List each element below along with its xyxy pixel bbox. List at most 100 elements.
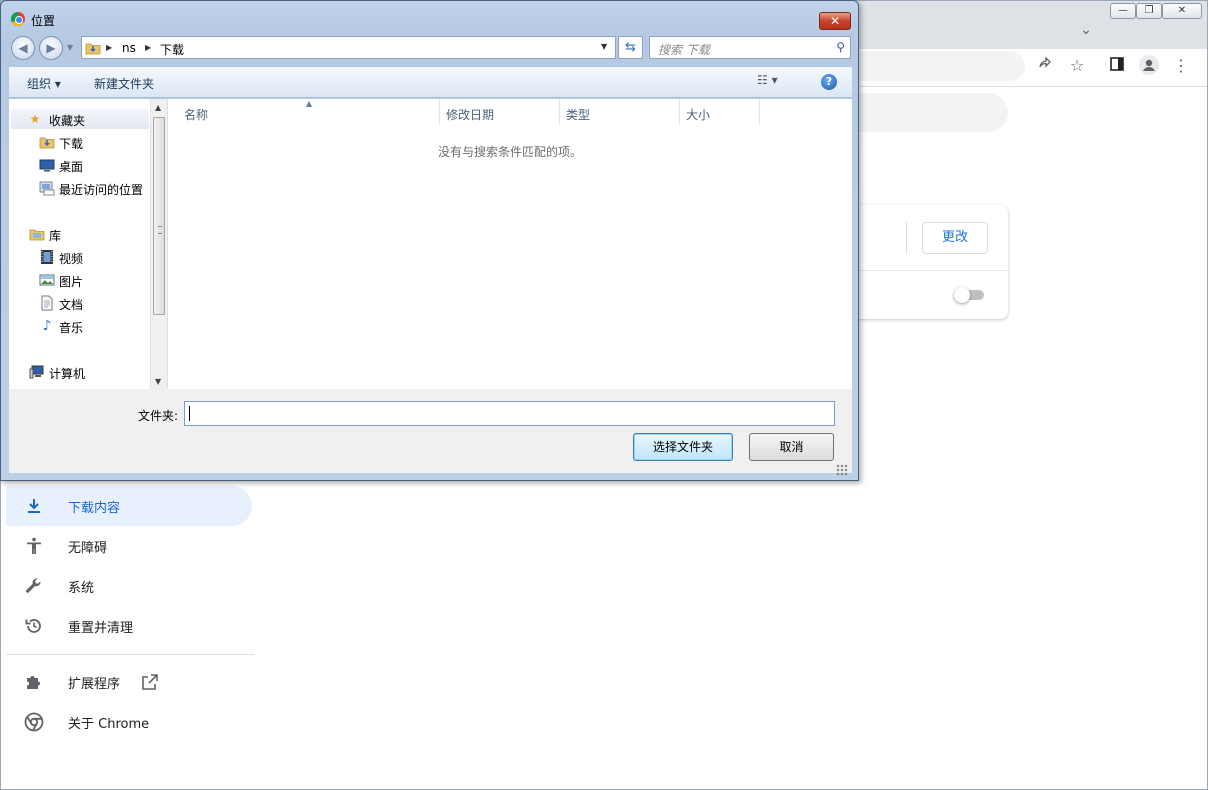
nav-item-label: 最近访问的位置: [59, 183, 144, 197]
nav-item-label: 库: [49, 229, 62, 243]
nav-item-label: 下载: [59, 137, 84, 151]
cancel-button[interactable]: 取消: [749, 433, 834, 461]
sidebar-item-accessibility[interactable]: 无障碍: [6, 526, 252, 566]
nav-pane-scrollbar[interactable]: ▲ ▼: [150, 99, 167, 389]
column-header-date-modified[interactable]: 修改日期: [440, 99, 560, 125]
scroll-down-arrow-icon[interactable]: ▼: [155, 377, 161, 386]
share-icon-svg: [1039, 56, 1051, 68]
sidebar-item-label: 系统: [68, 581, 95, 596]
breadcrumb-downloads[interactable]: 下载: [160, 41, 184, 58]
star-icon: ★: [29, 112, 41, 126]
picture-icon: [39, 274, 55, 286]
folder-field-label: 文件夹:: [138, 409, 179, 423]
ask-where-to-save-toggle[interactable]: [954, 287, 986, 303]
sidebar-divider: [6, 654, 254, 655]
chrome-icon: [24, 712, 44, 732]
side-panel-icon[interactable]: [1106, 55, 1128, 77]
sidebar-item-label: 重置并清理: [68, 621, 134, 636]
computer-icon: [29, 365, 44, 379]
chrome-logo-icon: [11, 12, 25, 26]
command-bar: 组织 ▾ 新建文件夹 ☷ ▾ ?: [9, 67, 852, 98]
breadcrumb-separator-icon: ▶: [106, 43, 113, 52]
folder-picker-dialog: 位置 ✕ ◀ ▶ ▼ ▶ ns ▶ 下载 ▼ ⇆ 搜索 下载 ⚲ 组织 ▾ 新建…: [0, 0, 859, 481]
avatar-svg: [1139, 55, 1159, 75]
history-chevron-down-icon[interactable]: ▼: [67, 43, 73, 52]
sidebar-item-downloads[interactable]: 下载内容: [6, 486, 252, 526]
tab-search-chevron-icon[interactable]: ⌄: [1076, 20, 1096, 40]
column-header-type[interactable]: 类型: [560, 99, 680, 125]
minimize-button[interactable]: —: [1110, 3, 1136, 19]
profile-avatar-icon[interactable]: [1138, 55, 1160, 77]
sidebar-item-reset[interactable]: 重置并清理: [6, 606, 252, 646]
scrollbar-thumb[interactable]: [153, 117, 165, 315]
search-input[interactable]: 搜索 下载 ⚲: [649, 36, 851, 59]
sidebar-item-label: 关于 Chrome: [68, 717, 150, 732]
downloads-folder-icon: [39, 137, 55, 149]
help-icon[interactable]: ?: [821, 74, 837, 90]
search-icon: ⚲: [836, 40, 845, 54]
dialog-footer: 文件夹: 选择文件夹 取消: [9, 389, 852, 473]
file-list-pane: 名称 ▲ 修改日期 类型 大小 没有与搜索条件匹配的项。: [168, 99, 852, 389]
document-icon: [41, 295, 53, 311]
select-folder-button[interactable]: 选择文件夹: [633, 433, 733, 461]
dialog-close-button[interactable]: ✕: [819, 12, 851, 30]
search-placeholder: 搜索 下载: [658, 43, 710, 57]
change-location-button[interactable]: 更改: [922, 222, 988, 254]
nav-item-label: 视频: [59, 252, 84, 266]
music-note-icon: ♪: [42, 318, 52, 334]
window-close-button[interactable]: ✕: [1162, 3, 1202, 19]
nav-item-label: 计算机: [49, 367, 86, 381]
scroll-up-arrow-icon[interactable]: ▲: [155, 103, 161, 112]
scroll-grip: [158, 226, 162, 234]
extension-icon: [27, 676, 40, 689]
sidebar-item-about-chrome[interactable]: 关于 Chrome: [6, 702, 252, 742]
sidebar-item-extensions[interactable]: 扩展程序: [6, 662, 252, 702]
sidebar-item-label: 无障碍: [68, 541, 108, 556]
download-icon: [28, 499, 40, 513]
settings-search-field[interactable]: [855, 93, 1008, 132]
libraries-folder-icon: [29, 229, 45, 241]
sidebar-item-system[interactable]: 系统: [6, 566, 252, 606]
restore-button[interactable]: ❐: [1136, 3, 1162, 19]
nav-item-favorites[interactable]: ★ 收藏夹: [11, 109, 149, 129]
resize-grip-icon[interactable]: [836, 464, 848, 476]
forward-arrow-icon[interactable]: ▶: [39, 36, 63, 60]
bookmark-star-icon[interactable]: ☆: [1066, 55, 1088, 77]
nav-item-label: 桌面: [59, 160, 84, 174]
folder-name-input[interactable]: [184, 401, 835, 426]
nav-item-libraries[interactable]: 库: [29, 224, 169, 244]
sort-ascending-icon: ▲: [306, 99, 313, 108]
breadcrumb-separator-icon: ▶: [145, 43, 152, 52]
card-divider: [855, 270, 1008, 271]
address-bar[interactable]: [855, 51, 1025, 81]
back-arrow-icon[interactable]: ◀: [11, 36, 35, 60]
empty-results-message: 没有与搜索条件匹配的项。: [438, 145, 583, 159]
column-header-label: 修改日期: [446, 108, 495, 122]
nav-item-label: 收藏夹: [49, 114, 86, 128]
dialog-address-bar[interactable]: ▶ ns ▶ 下载: [81, 36, 616, 59]
video-film-icon: [41, 250, 53, 264]
card-divider: [906, 222, 907, 254]
column-header-label: 类型: [566, 108, 591, 122]
share-icon[interactable]: [1034, 55, 1056, 77]
recent-places-icon: [39, 181, 55, 196]
nav-item-label: 图片: [59, 275, 84, 289]
organize-button[interactable]: 组织 ▾: [27, 75, 61, 92]
restore-icon: [25, 619, 41, 633]
open-in-new-icon: [142, 674, 158, 690]
breadcrumb-ns[interactable]: ns: [122, 41, 136, 55]
sidebar-item-label: 下载内容: [68, 501, 121, 516]
text-caret: [189, 406, 190, 421]
column-header-label: 大小: [686, 108, 711, 122]
address-dropdown-icon[interactable]: ▼: [601, 42, 607, 51]
sidebar-item-label: 扩展程序: [68, 677, 121, 692]
nav-item-label: 文档: [59, 298, 84, 312]
menu-kebab-icon[interactable]: ⋮: [1170, 55, 1192, 77]
navigation-pane: ★ 收藏夹 下载 桌面 最近访问的位置 库 视频 图片 文档 ♪ 音乐 计算机: [9, 99, 168, 389]
nav-item-computer[interactable]: 计算机: [29, 362, 169, 382]
new-folder-button[interactable]: 新建文件夹: [94, 75, 154, 92]
view-options-icon[interactable]: ☷ ▾: [757, 73, 778, 87]
refresh-icon[interactable]: ⇆: [618, 36, 643, 59]
accessibility-icon: [27, 537, 41, 554]
column-header-size[interactable]: 大小: [680, 99, 760, 125]
